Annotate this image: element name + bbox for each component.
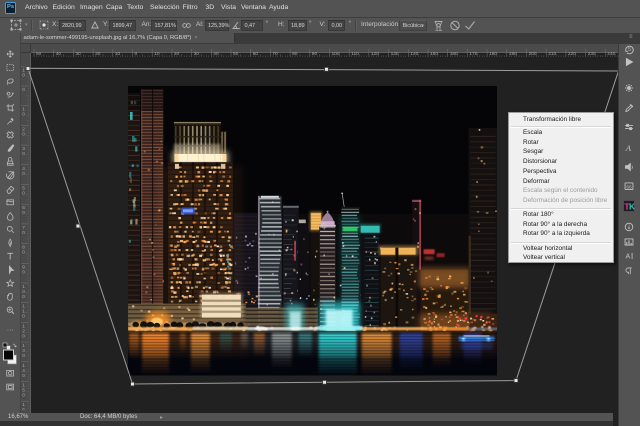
svg-text:130: 130 [390,51,398,57]
svg-text:180: 180 [489,51,497,57]
svg-text:0: 0 [22,151,25,157]
svg-text:210: 210 [548,51,556,57]
svg-text:5: 5 [628,47,631,53]
svg-text:0: 0 [22,373,25,379]
svg-text:100: 100 [331,51,339,57]
svg-text:160: 160 [449,51,457,57]
svg-text:0: 0 [22,333,25,339]
svg-text:0: 0 [22,230,25,236]
svg-text:0: 0 [22,294,25,300]
svg-text:0: 0 [22,210,25,216]
svg-text:K: K [629,201,636,211]
svg-text:0: 0 [22,191,25,197]
svg-text:0: 0 [22,393,25,399]
svg-text:6: 6 [22,407,25,410]
svg-text:0: 0 [22,87,25,93]
svg-text:220: 220 [567,51,575,57]
svg-text:A: A [625,254,630,261]
svg-text:150: 150 [430,51,438,57]
svg-text:A: A [625,143,632,153]
svg-text:0: 0 [22,72,25,78]
svg-text:120: 120 [370,51,378,57]
svg-text:240: 240 [607,51,615,57]
svg-text:140: 140 [410,51,418,57]
svg-text:0: 0 [22,250,25,256]
svg-text:110: 110 [351,51,359,57]
svg-text:0: 0 [22,269,25,275]
svg-text:0: 0 [22,314,25,320]
svg-text:0: 0 [22,353,25,359]
svg-text:66: 66 [626,184,632,190]
svg-text:190: 190 [508,51,516,57]
svg-text:0: 0 [22,131,25,137]
svg-text:170: 170 [469,51,477,57]
svg-text:200: 200 [528,51,536,57]
svg-text:0: 0 [22,112,25,118]
svg-text:230: 230 [587,51,595,57]
svg-text:0: 0 [22,171,25,177]
